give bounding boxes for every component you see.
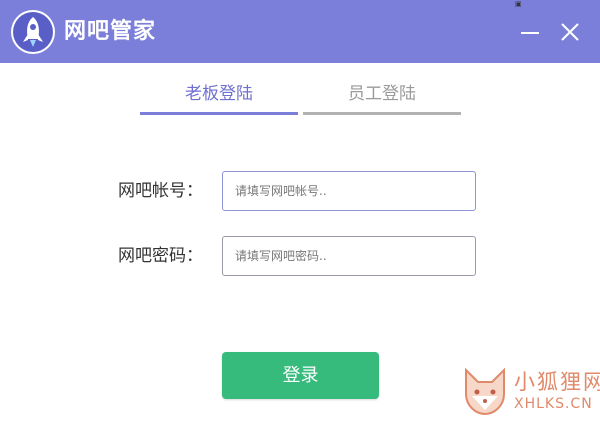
tiny-window-icon: ▣ bbox=[515, 0, 522, 8]
account-input[interactable] bbox=[222, 171, 476, 211]
minimize-icon bbox=[521, 32, 539, 34]
watermark: 小狐狸网 XHLKS.CN bbox=[460, 366, 600, 422]
watermark-text-cn: 小狐狸网 bbox=[514, 370, 600, 394]
app-title: 网吧管家 bbox=[64, 19, 157, 44]
rocket-logo-icon bbox=[11, 10, 55, 54]
password-label: 网吧密码： bbox=[118, 246, 203, 266]
tab-boss-login[interactable]: 老板登陆 bbox=[140, 78, 298, 115]
login-button[interactable]: 登录 bbox=[222, 352, 379, 399]
watermark-text-en: XHLKS.CN bbox=[514, 396, 593, 412]
account-label: 网吧帐号： bbox=[118, 181, 203, 201]
fox-logo-icon bbox=[465, 367, 505, 416]
close-button[interactable] bbox=[556, 18, 584, 46]
close-icon bbox=[561, 23, 579, 41]
password-input[interactable] bbox=[222, 236, 476, 276]
minimize-button[interactable] bbox=[516, 18, 544, 46]
title-bar: 网吧管家 ▣ bbox=[0, 0, 600, 63]
tab-staff-login[interactable]: 员工登陆 bbox=[303, 78, 461, 115]
